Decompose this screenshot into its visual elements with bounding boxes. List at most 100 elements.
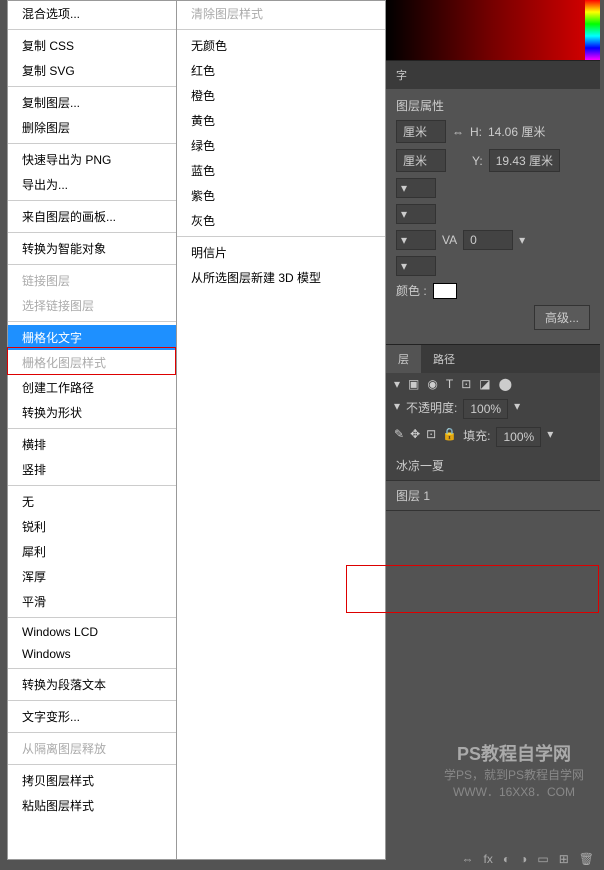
separator	[8, 200, 176, 201]
menu-aa-none[interactable]: 无	[8, 489, 176, 514]
smart-filter-icon[interactable]: ◪	[479, 377, 490, 391]
menu-clear-layer-style: 清除图层样式	[177, 1, 385, 26]
separator	[8, 321, 176, 322]
menu-create-work-path[interactable]: 创建工作路径	[8, 375, 176, 400]
menu-convert-paragraph[interactable]: 转换为段落文本	[8, 672, 176, 697]
chevron-down-icon[interactable]: ▾	[394, 377, 400, 391]
y-value[interactable]: 19.43 厘米	[489, 149, 560, 172]
menu-copy-css[interactable]: 复制 CSS	[8, 33, 176, 58]
move-icon[interactable]: ✥	[410, 427, 420, 447]
va-value[interactable]: 0	[463, 230, 513, 250]
menu-windows-lcd[interactable]: Windows LCD	[8, 621, 176, 643]
menu-export-as[interactable]: 导出为...	[8, 172, 176, 197]
menu-convert-shape[interactable]: 转换为形状	[8, 400, 176, 425]
menu-rasterize-type[interactable]: 栅格化文字	[8, 325, 176, 350]
menu-delete-layer[interactable]: 删除图层	[8, 115, 176, 140]
menu-red[interactable]: 红色	[177, 58, 385, 83]
chevron-down-icon[interactable]: ▾	[519, 233, 525, 247]
menu-warp-text[interactable]: 文字变形...	[8, 704, 176, 729]
link-icon[interactable]: ⇔	[452, 125, 464, 139]
menu-aa-sharp[interactable]: 锐利	[8, 514, 176, 539]
link-layers-icon[interactable]: ⇔	[462, 852, 474, 866]
separator	[177, 236, 385, 237]
menu-convert-smart-object[interactable]: 转换为智能对象	[8, 236, 176, 261]
opacity-value[interactable]: 100%	[463, 399, 508, 419]
menu-blend-options[interactable]: 混合选项...	[8, 1, 176, 26]
separator	[8, 700, 176, 701]
va-label: VA	[442, 233, 457, 247]
menu-blue[interactable]: 蓝色	[177, 158, 385, 183]
menu-copy-svg[interactable]: 复制 SVG	[8, 58, 176, 83]
new-layer-icon[interactable]: ⊞	[559, 852, 569, 866]
type-filter-icon[interactable]: T	[446, 377, 453, 391]
watermark-line2: WWW．16XX8．COM	[444, 783, 584, 800]
advanced-button[interactable]: 高级...	[534, 305, 590, 330]
separator	[8, 29, 176, 30]
menu-aa-smooth[interactable]: 平滑	[8, 589, 176, 614]
adjustment-icon[interactable]: ◑	[520, 852, 527, 866]
layer-row-text[interactable]: 冰凉一夏	[386, 451, 600, 481]
image-filter-icon[interactable]: ▣	[408, 377, 419, 391]
separator	[8, 485, 176, 486]
menu-windows[interactable]: Windows	[8, 643, 176, 665]
lock-icon[interactable]: 🔒	[442, 427, 457, 447]
menu-postcard[interactable]: 明信片	[177, 240, 385, 265]
fx-icon[interactable]: fx	[484, 852, 493, 866]
menu-no-color[interactable]: 无颜色	[177, 33, 385, 58]
chevron-down-icon[interactable]: ▾	[547, 427, 553, 447]
folder-icon[interactable]: ▭	[537, 852, 548, 866]
menu-purple[interactable]: 紫色	[177, 183, 385, 208]
chevron-down-icon[interactable]: ▾	[514, 399, 520, 419]
dropdown-3[interactable]: ▾	[396, 230, 436, 250]
menu-yellow[interactable]: 黄色	[177, 108, 385, 133]
y-label: Y:	[472, 154, 483, 168]
trash-icon[interactable]: 🗑	[579, 852, 594, 866]
fill-value[interactable]: 100%	[496, 427, 541, 447]
layer-name: 图层 1	[396, 487, 430, 504]
menu-horizontal[interactable]: 横排	[8, 432, 176, 457]
menu-aa-crisp[interactable]: 犀利	[8, 539, 176, 564]
dropdown-2[interactable]: ▾	[396, 204, 436, 224]
layer-row-1[interactable]: 图层 1	[386, 481, 600, 511]
color-gradient[interactable]	[386, 0, 600, 60]
brush-icon[interactable]: ✎	[394, 427, 404, 447]
dropdown-4[interactable]: ▾	[396, 256, 436, 276]
dropdown-1[interactable]: ▾	[396, 178, 436, 198]
right-panels: 图层字 图层属性 厘米 ⇔ H: 14.06 厘米 厘米 Y: 19.43 厘米…	[386, 0, 600, 860]
menu-orange[interactable]: 橙色	[177, 83, 385, 108]
color-label: 颜色 :	[396, 282, 427, 299]
fill-label: 填充:	[463, 427, 490, 447]
shape-filter-icon[interactable]: ⊡	[461, 377, 471, 391]
mask-icon[interactable]: ◐	[503, 852, 510, 866]
hue-strip[interactable]	[585, 0, 600, 60]
tab-layers[interactable]: 层	[386, 345, 421, 373]
color-swatch[interactable]	[433, 283, 457, 299]
h-value: 14.06 厘米	[488, 123, 545, 140]
menu-select-linked: 选择链接图层	[8, 293, 176, 318]
menu-duplicate-layer[interactable]: 复制图层...	[8, 90, 176, 115]
menu-vertical[interactable]: 竖排	[8, 457, 176, 482]
unit-field-2[interactable]: 厘米	[396, 149, 446, 172]
context-menu-left: 混合选项... 复制 CSS 复制 SVG 复制图层... 删除图层 快速导出为…	[7, 0, 177, 860]
menu-gray[interactable]: 灰色	[177, 208, 385, 233]
tab-paths[interactable]: 路径	[421, 345, 467, 373]
more-icon[interactable]: ⬤	[499, 377, 512, 391]
menu-quick-export-png[interactable]: 快速导出为 PNG	[8, 147, 176, 172]
adjustment-filter-icon[interactable]: ◉	[427, 377, 437, 391]
menu-new-3d-from-layer[interactable]: 从所选图层新建 3D 模型	[177, 265, 385, 290]
crop-icon[interactable]: ⊡	[426, 427, 436, 447]
panel-header-char: 图层字	[386, 60, 600, 89]
unit-field[interactable]: 厘米	[396, 120, 446, 143]
menu-aa-strong[interactable]: 浑厚	[8, 564, 176, 589]
menu-paste-layer-style[interactable]: 粘贴图层样式	[8, 793, 176, 818]
menu-copy-layer-style[interactable]: 拷贝图层样式	[8, 768, 176, 793]
chevron-down-icon[interactable]: ▾	[394, 399, 400, 419]
layers-footer-icons: ⇔ fx ◐ ◑ ▭ ⊞ 🗑	[462, 852, 594, 866]
menu-green[interactable]: 绿色	[177, 133, 385, 158]
menu-artboard-from-layers[interactable]: 来自图层的画板...	[8, 204, 176, 229]
separator	[8, 668, 176, 669]
separator	[8, 732, 176, 733]
watermark-line1: 学PS，就到PS教程自学网	[444, 766, 584, 783]
menu-release-isolation: 从隔离图层释放	[8, 736, 176, 761]
properties-title: 图层属性	[396, 97, 590, 114]
